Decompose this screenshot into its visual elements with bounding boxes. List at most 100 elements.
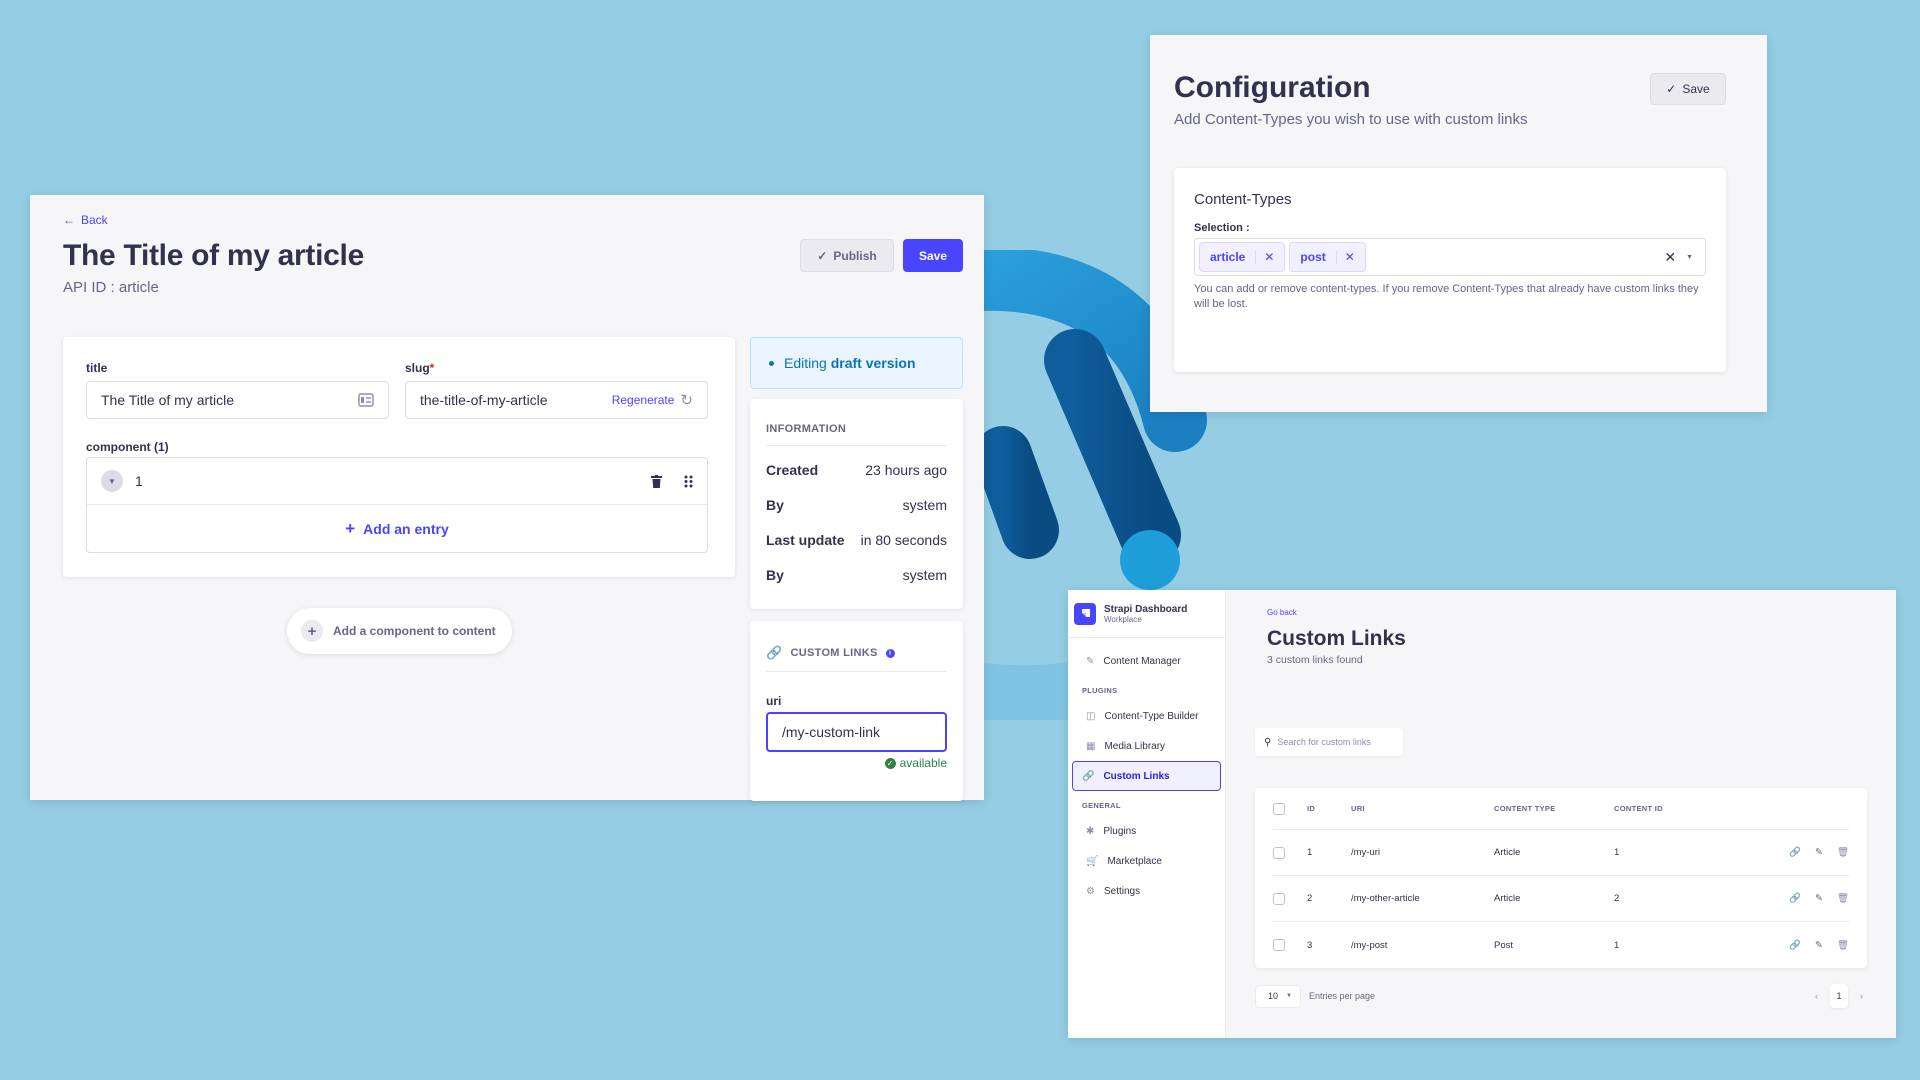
strapi-logo-icon (1074, 602, 1096, 625)
cell-content-id: 2 (1614, 893, 1620, 904)
row-actions: 🔗 ✎ 🗑 (1789, 893, 1849, 904)
column-header-uri[interactable]: URI (1351, 804, 1494, 813)
sidebar-item-label: Plugins (1103, 825, 1137, 837)
row-checkbox[interactable] (1273, 892, 1285, 905)
trash-icon[interactable]: 🗑 (1837, 893, 1849, 904)
save-button[interactable]: Save (903, 239, 963, 272)
table-row[interactable]: 3 /my-post Post 1 🔗 ✎ 🗑 (1273, 922, 1849, 968)
link-icon[interactable]: 🔗 (1789, 847, 1801, 858)
add-entry-button[interactable]: + Add an entry (87, 505, 707, 552)
collapse-toggle[interactable]: ▼ (101, 470, 123, 492)
sidebar-item-label: Media Library (1104, 740, 1166, 752)
trash-icon[interactable] (651, 474, 662, 488)
info-value: system (902, 567, 947, 583)
caret-down-icon[interactable]: ▼ (1686, 254, 1693, 261)
config-save-button[interactable]: ✓ Save (1650, 73, 1726, 105)
pencil-icon[interactable]: ✎ (1815, 893, 1823, 904)
info-value: 23 hours ago (865, 462, 947, 478)
info-icon[interactable]: i (885, 648, 895, 658)
uri-input[interactable]: /my-custom-link (766, 712, 947, 752)
add-component-label: Add a component to content (333, 624, 496, 638)
fields-card: title slug* The Title of my article the-… (63, 337, 735, 577)
row-actions: 🔗 ✎ 🗑 (1789, 940, 1849, 951)
table-row[interactable]: 1 /my-uri Article 1 🔗 ✎ 🗑 (1273, 830, 1849, 876)
row-checkbox[interactable] (1273, 846, 1285, 859)
link-icon: 🔗 (1082, 770, 1095, 782)
cell-uri: /my-uri (1351, 847, 1381, 858)
remove-chip-icon[interactable]: ✕ (1255, 250, 1274, 264)
row-actions: 🔗 ✎ 🗑 (1789, 847, 1849, 858)
pagination: ‹ 1 › (1815, 984, 1867, 1008)
link-icon[interactable]: 🔗 (1789, 893, 1801, 904)
search-input[interactable]: ⚲ Search for custom links (1255, 728, 1403, 756)
page-button-current[interactable]: 1 (1830, 984, 1848, 1008)
cell-id: 3 (1307, 939, 1313, 951)
cell-uri: /my-other-article (1351, 893, 1420, 904)
sidebar-item-settings[interactable]: ⚙ Settings (1072, 876, 1221, 906)
back-link[interactable]: ← Back (63, 213, 108, 227)
information-card: INFORMATION Created 23 hours ago By system… (750, 399, 963, 609)
clear-all-icon[interactable]: ✕ (1664, 249, 1676, 266)
pencil-icon[interactable]: ✎ (1815, 940, 1823, 951)
brand-name: Strapi Dashboard (1104, 603, 1188, 615)
link-icon[interactable]: 🔗 (1789, 940, 1801, 951)
custom-links-title: Custom Links (1267, 627, 1406, 650)
custom-links-heading-text: CUSTOM LINKS (790, 647, 878, 659)
remove-chip-icon[interactable]: ✕ (1335, 250, 1355, 264)
arrow-left-icon: ← (63, 213, 75, 227)
search-icon: ⚲ (1264, 736, 1272, 748)
slug-label-text: slug (405, 361, 430, 375)
publish-button[interactable]: ✓ Publish (800, 239, 894, 272)
entries-per-page-select[interactable]: 10 ▼ (1255, 984, 1301, 1008)
drag-handle-icon[interactable] (684, 475, 693, 488)
component-repeatable: ▼ 1 + Add an entry (86, 457, 708, 553)
column-header-content-id[interactable]: CONTENT ID (1614, 804, 1754, 813)
search-placeholder: Search for custom links (1277, 737, 1371, 747)
per-page-value: 10 (1268, 991, 1279, 1001)
pagination-bar: 10 ▼ Entries per page ‹ 1 › (1255, 984, 1867, 1008)
content-types-multiselect[interactable]: article ✕ post ✕ ✕ ▼ (1194, 238, 1706, 276)
selected-chip: post ✕ (1289, 242, 1366, 272)
content-editor-window: ← Back The Title of my article API ID : … (30, 195, 984, 801)
selected-chip: article ✕ (1199, 242, 1286, 272)
status-dot-icon (769, 360, 774, 366)
go-back-link[interactable]: Go back (1267, 608, 1297, 617)
draft-status-text: Editing draft version (784, 355, 916, 371)
sidebar-item-label: Content Manager (1103, 655, 1181, 667)
sidebar-item-content-manager[interactable]: ✎ Content Manager (1072, 646, 1221, 676)
sidebar-item-content-type-builder[interactable]: ◫ Content-Type Builder (1072, 701, 1221, 731)
plus-icon: + (301, 620, 323, 642)
content-types-hint: You can add or remove content-types. If … (1194, 283, 1699, 310)
sidebar-item-custom-links[interactable]: 🔗 Custom Links (1072, 761, 1221, 791)
sidebar-item-marketplace[interactable]: 🛒 Marketplace (1072, 846, 1221, 876)
draft-prefix: Editing (784, 355, 827, 371)
sidebar-item-plugins[interactable]: ✱ Plugins (1072, 816, 1221, 846)
column-header-content-type[interactable]: CONTENT TYPE (1494, 804, 1614, 813)
info-key: Created (766, 462, 819, 478)
page-title: The Title of my article (63, 239, 364, 272)
add-component-button[interactable]: + Add a component to content (287, 608, 512, 654)
component-entry-row: ▼ 1 (87, 458, 707, 505)
slug-input[interactable]: the-title-of-my-article Regenerate ↻ (405, 381, 708, 419)
gear-icon: ⚙ (1086, 885, 1095, 897)
column-header-id[interactable]: ID (1307, 804, 1351, 813)
chevron-right-icon[interactable]: › (1860, 991, 1863, 1001)
pencil-icon[interactable]: ✎ (1815, 847, 1823, 858)
cart-icon: 🛒 (1086, 855, 1099, 867)
row-checkbox[interactable] (1273, 939, 1285, 951)
table-row[interactable]: 2 /my-other-article Article 2 🔗 ✎ 🗑 (1273, 876, 1849, 922)
info-row: Last update in 80 seconds (766, 532, 947, 551)
regenerate-button[interactable]: Regenerate ↻ (612, 391, 693, 409)
text-field-icon (358, 393, 374, 407)
title-input[interactable]: The Title of my article (86, 381, 389, 419)
select-all-checkbox[interactable] (1273, 802, 1285, 815)
caret-down-icon: ▼ (108, 476, 116, 486)
cell-content-type: Article (1494, 893, 1521, 904)
sidebar-item-label: Custom Links (1103, 770, 1170, 782)
info-key: By (766, 497, 784, 513)
refresh-icon: ↻ (680, 392, 693, 409)
sidebar-item-media-library[interactable]: ▦ Media Library (1072, 731, 1221, 761)
trash-icon[interactable]: 🗑 (1837, 847, 1849, 858)
chevron-left-icon[interactable]: ‹ (1815, 991, 1818, 1001)
trash-icon[interactable]: 🗑 (1837, 940, 1849, 951)
